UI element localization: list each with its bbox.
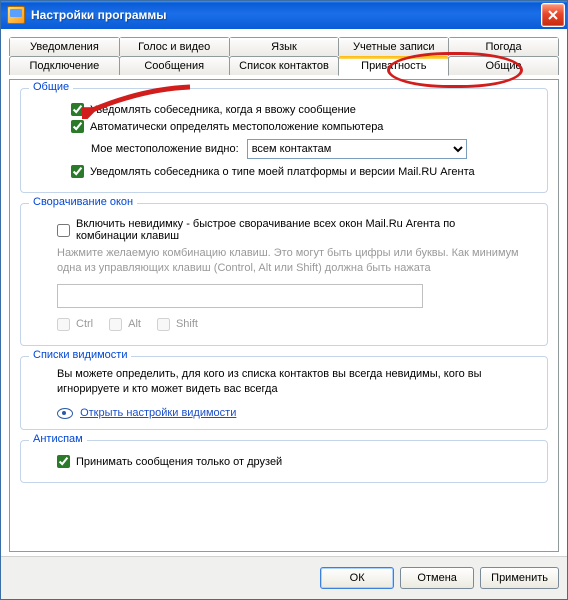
close-button[interactable] <box>541 3 565 27</box>
cancel-button[interactable]: Отмена <box>400 567 474 589</box>
checkbox-friends-only[interactable] <box>57 455 70 468</box>
label-friends-only: Принимать сообщения только от друзей <box>76 456 282 468</box>
label-ctrl: Ctrl <box>76 318 93 330</box>
hotkey-hint: Нажмите желаемую комбинацию клавиш. Это … <box>57 246 537 276</box>
app-icon <box>7 6 25 24</box>
group-visibility: Списки видимости Вы можете определить, д… <box>20 356 548 431</box>
link-open-visibility[interactable]: Открыть настройки видимости <box>80 407 236 419</box>
label-alt: Alt <box>128 318 141 330</box>
checkbox-auto-location[interactable] <box>71 120 84 133</box>
tabs-row-2: Подключение Сообщения Список контактов П… <box>9 56 559 75</box>
eye-icon <box>57 408 73 419</box>
tab-connection[interactable]: Подключение <box>9 56 120 75</box>
label-notify-platform: Уведомлять собеседника о типе моей платф… <box>90 166 475 178</box>
tab-general[interactable]: Общие <box>448 56 559 75</box>
row-auto-location: Автоматически определять местоположение … <box>71 120 537 133</box>
row-location-visibility: Мое местоположение видно: всем контактам <box>71 139 537 159</box>
row-friends-only: Принимать сообщения только от друзей <box>57 455 537 468</box>
tab-messages[interactable]: Сообщения <box>119 56 230 75</box>
group-minimize: Сворачивание окон Включить невидимку - б… <box>20 203 548 346</box>
tab-weather[interactable]: Погода <box>448 37 559 56</box>
tab-privacy[interactable]: Приватность <box>338 56 449 76</box>
tab-notifications[interactable]: Уведомления <box>9 37 120 56</box>
select-location-visibility[interactable]: всем контактам <box>247 139 467 159</box>
modifier-row: Ctrl Alt Shift <box>57 314 537 335</box>
row-notify-platform: Уведомлять собеседника о типе моей платф… <box>71 165 537 178</box>
close-icon <box>548 10 558 20</box>
tabs: Уведомления Голос и видео Язык Учетные з… <box>9 37 559 75</box>
visibility-link-row: Открыть настройки видимости <box>57 407 537 419</box>
group-antispam: Антиспам Принимать сообщения только от д… <box>20 440 548 483</box>
row-invisible: Включить невидимку - быстрое сворачивани… <box>57 218 537 242</box>
row-notify-typing: Уведомлять собеседника, когда я ввожу со… <box>71 103 537 116</box>
group-antispam-title: Антиспам <box>29 433 87 445</box>
label-notify-typing: Уведомлять собеседника, когда я ввожу со… <box>90 104 356 116</box>
group-visibility-title: Списки видимости <box>29 349 131 361</box>
ok-button[interactable]: ОК <box>320 567 394 589</box>
tab-language[interactable]: Язык <box>229 37 340 56</box>
label-invisible: Включить невидимку - быстрое сворачивани… <box>76 218 516 242</box>
titlebar: Настройки программы <box>1 1 567 29</box>
tabs-row-1: Уведомления Голос и видео Язык Учетные з… <box>9 37 559 56</box>
dialog-footer: ОК Отмена Применить <box>1 556 567 599</box>
checkbox-invisible[interactable] <box>57 224 70 237</box>
checkbox-ctrl[interactable] <box>57 318 70 331</box>
checkbox-notify-typing[interactable] <box>71 103 84 116</box>
label-location-visibility: Мое местоположение видно: <box>91 143 239 155</box>
tab-voice-video[interactable]: Голос и видео <box>119 37 230 56</box>
window-title: Настройки программы <box>31 8 541 22</box>
window-body: Уведомления Голос и видео Язык Учетные з… <box>1 29 567 556</box>
tab-contacts[interactable]: Список контактов <box>229 56 340 75</box>
visibility-text: Вы можете определить, для кого из списка… <box>57 367 537 398</box>
tab-panel: Общие Уведомлять собеседника, когда я вв… <box>9 79 559 552</box>
label-auto-location: Автоматически определять местоположение … <box>90 121 383 133</box>
group-minimize-title: Сворачивание окон <box>29 196 137 208</box>
label-shift: Shift <box>176 318 198 330</box>
group-general: Общие Уведомлять собеседника, когда я вв… <box>20 88 548 193</box>
group-general-title: Общие <box>29 81 73 93</box>
checkbox-notify-platform[interactable] <box>71 165 84 178</box>
checkbox-alt[interactable] <box>109 318 122 331</box>
hotkey-input[interactable] <box>57 284 423 308</box>
tab-accounts[interactable]: Учетные записи <box>338 37 449 56</box>
settings-window: Настройки программы Уведомления Голос и … <box>0 0 568 600</box>
apply-button[interactable]: Применить <box>480 567 559 589</box>
checkbox-shift[interactable] <box>157 318 170 331</box>
